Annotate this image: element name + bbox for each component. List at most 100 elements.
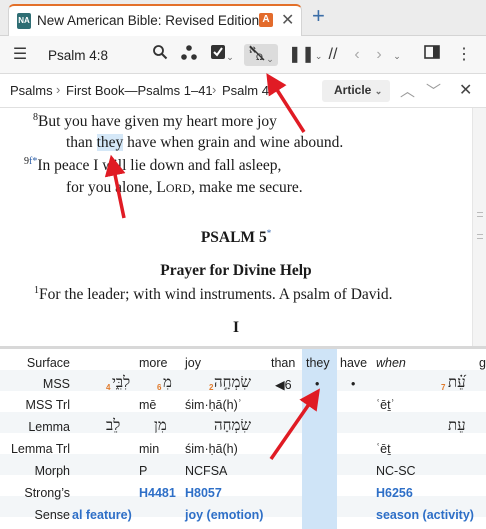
scrollbar[interactable] — [472, 108, 486, 346]
verse-text: , make me secure. — [191, 179, 303, 196]
row-label-lemma-trl: Lemma Trl — [10, 442, 70, 456]
mss-hebrew[interactable]: עֵ֝֗ת — [448, 373, 466, 392]
verse-9-line-1: 9f*In peace I will lie down and fall asl… — [24, 156, 281, 175]
verse-text: For the leader; with wind instruments. A… — [39, 286, 393, 304]
surface-cell[interactable]: have — [340, 356, 367, 370]
toolbar: ☰ ⌄ ℵΩ⌄ ❚❚⌄ // ‹ › ⌄ ⋮ — [0, 36, 486, 74]
lemma-trl-cell[interactable]: ʿēṯ — [376, 442, 391, 456]
psalm-footnote-star[interactable]: * — [267, 228, 272, 238]
article-dropdown[interactable]: Article ⌄ — [322, 80, 390, 102]
word-order-number: 2 — [209, 383, 214, 392]
lemma-hebrew[interactable]: לֵב — [106, 416, 120, 435]
row-label-mss: MSS — [42, 377, 70, 391]
mss-marker: ◀6 — [275, 378, 292, 392]
breadcrumb-separator-icon: › — [56, 82, 61, 97]
scroll-marker — [477, 212, 483, 213]
reference-input[interactable] — [40, 43, 144, 67]
menu-icon[interactable]: ☰ — [10, 44, 30, 66]
sense-link[interactable]: season (activity) — [376, 508, 474, 522]
verse-text: for you alone, L — [66, 179, 166, 196]
selected-word-they[interactable]: they — [96, 134, 124, 151]
surface-cell[interactable]: when — [376, 356, 406, 370]
breadcrumb-section[interactable]: First Book—Psalms 1–41 — [66, 83, 213, 98]
lemma-hebrew[interactable]: שִׂמְחָה — [214, 416, 251, 435]
row-label-mss-trl: MSS Trl — [25, 398, 70, 412]
split-view-icon[interactable]: // — [324, 44, 342, 66]
verse-8-line-2: than they have when grain and wine aboun… — [66, 134, 343, 152]
chevron-down-icon[interactable]: ﹀ — [426, 80, 441, 101]
mss-hebrew[interactable]: שִׂמְחָ֣ה — [214, 373, 251, 392]
history-chevron-icon[interactable]: ⌄ — [390, 44, 404, 66]
pause-icon[interactable]: ❚❚⌄ — [288, 44, 322, 66]
mss-empty-dot: • — [351, 377, 356, 391]
breadcrumb-book[interactable]: Psalms — [10, 83, 53, 98]
breadcrumb-chapter[interactable]: Psalm 4 — [222, 83, 269, 98]
mss-empty-dot: • — [315, 377, 320, 391]
new-tab-button[interactable]: + — [312, 4, 325, 28]
morph-cell[interactable]: NC-SC — [376, 464, 416, 478]
sense-link[interactable]: al feature) — [72, 508, 132, 522]
row-label-strongs: Strong’s — [24, 486, 70, 500]
lemma-hebrew[interactable]: עֵת — [448, 416, 466, 435]
surface-cell[interactable]: more — [139, 356, 167, 370]
scroll-marker — [477, 234, 483, 235]
sense-link[interactable]: joy (emotion) — [185, 508, 263, 522]
interlinear-grid: Surface MSS MSS Trl Lemma Lemma Trl Morp… — [0, 349, 486, 529]
tab-badge[interactable]: A — [259, 13, 273, 27]
more-options-icon[interactable]: ⋮ — [454, 44, 474, 66]
morph-cell[interactable]: P — [139, 464, 147, 478]
surface-cell[interactable]: joy — [185, 356, 201, 370]
mss-hebrew[interactable]: לִבִּ֑י — [112, 373, 130, 392]
verse-text: In peace I will lie down and fall asleep… — [37, 157, 282, 175]
mss-trl-cell[interactable]: ʿēṯʾ — [376, 398, 395, 412]
visual-filters-icon[interactable]: ⌄ — [208, 44, 236, 66]
back-icon[interactable]: ‹ — [350, 44, 364, 66]
verse-text: than — [66, 134, 97, 151]
row-label-surface: Surface — [26, 356, 70, 370]
row-label-lemma: Lemma — [28, 420, 70, 434]
verse-text: have when grain and wine abound. — [123, 134, 344, 151]
interlinear-button[interactable]: ℵ Ω ⌄ — [244, 44, 278, 66]
row-label-morph: Morph — [34, 464, 70, 478]
psalm-title: PSALM 5 — [200, 229, 267, 247]
lemma-hebrew[interactable]: מִן — [154, 416, 167, 435]
strongs-link[interactable]: H4481 — [139, 486, 176, 500]
morph-cell[interactable]: NCFSA — [185, 464, 227, 478]
mss-hebrew[interactable]: מִ — [163, 373, 172, 392]
chevron-up-icon[interactable]: ︿ — [400, 80, 415, 101]
strongs-link[interactable]: H6256 — [376, 486, 413, 500]
selected-column — [302, 349, 337, 529]
psalm-subtitle: Prayer for Divine Help — [160, 262, 312, 279]
breadcrumb: Psalms › First Book—Psalms 1–41 › Psalm … — [0, 74, 486, 108]
verse-9-line-2: for you alone, LORD, make me secure. — [66, 179, 303, 197]
bible-text-pane[interactable]: 8But you have given my heart more joy th… — [0, 108, 472, 346]
psalm-5-verse-1: 1For the leader; with wind instruments. … — [34, 285, 392, 304]
lemma-trl-cell[interactable]: min — [139, 442, 159, 456]
small-caps-lord: ORD — [165, 181, 192, 195]
psalm-heading: PSALM 5* — [0, 228, 472, 247]
surface-cell-selected[interactable]: they — [306, 356, 330, 370]
surface-cell[interactable]: g — [479, 356, 486, 370]
nabre-book-icon: NA — [17, 13, 31, 29]
panel-layout-icon[interactable] — [422, 44, 442, 66]
surface-cell[interactable]: than — [271, 356, 295, 370]
tab-bar: NA New American Bible: Revised Edition A… — [0, 0, 486, 36]
word-order-number: 4 — [106, 383, 111, 392]
parallel-resources-icon[interactable] — [178, 44, 200, 66]
close-tab-icon[interactable]: ✕ — [281, 10, 294, 30]
verse-text: But you have given my heart more joy — [38, 113, 277, 131]
tab-title: New American Bible: Revised Edition — [37, 13, 260, 28]
chevron-down-icon: ⌄ — [374, 86, 383, 96]
strongs-link[interactable]: H8057 — [185, 486, 222, 500]
forward-icon[interactable]: › — [372, 44, 386, 66]
word-order-number: 6 — [157, 383, 162, 392]
search-icon[interactable] — [150, 44, 170, 66]
lemma-trl-cell[interactable]: śim·ḥā(h) — [185, 442, 238, 456]
article-label: Article — [334, 83, 372, 97]
word-order-number: 7 — [441, 383, 446, 392]
document-tab[interactable]: NA New American Bible: Revised Edition A… — [8, 4, 302, 36]
mss-trl-cell[interactable]: śim·ḥā(h)ʾ — [185, 398, 242, 412]
mss-trl-cell[interactable]: mē — [139, 398, 156, 412]
close-panel-icon[interactable]: ✕ — [459, 80, 472, 100]
verse-8-line-1: 8But you have given my heart more joy — [33, 112, 277, 131]
